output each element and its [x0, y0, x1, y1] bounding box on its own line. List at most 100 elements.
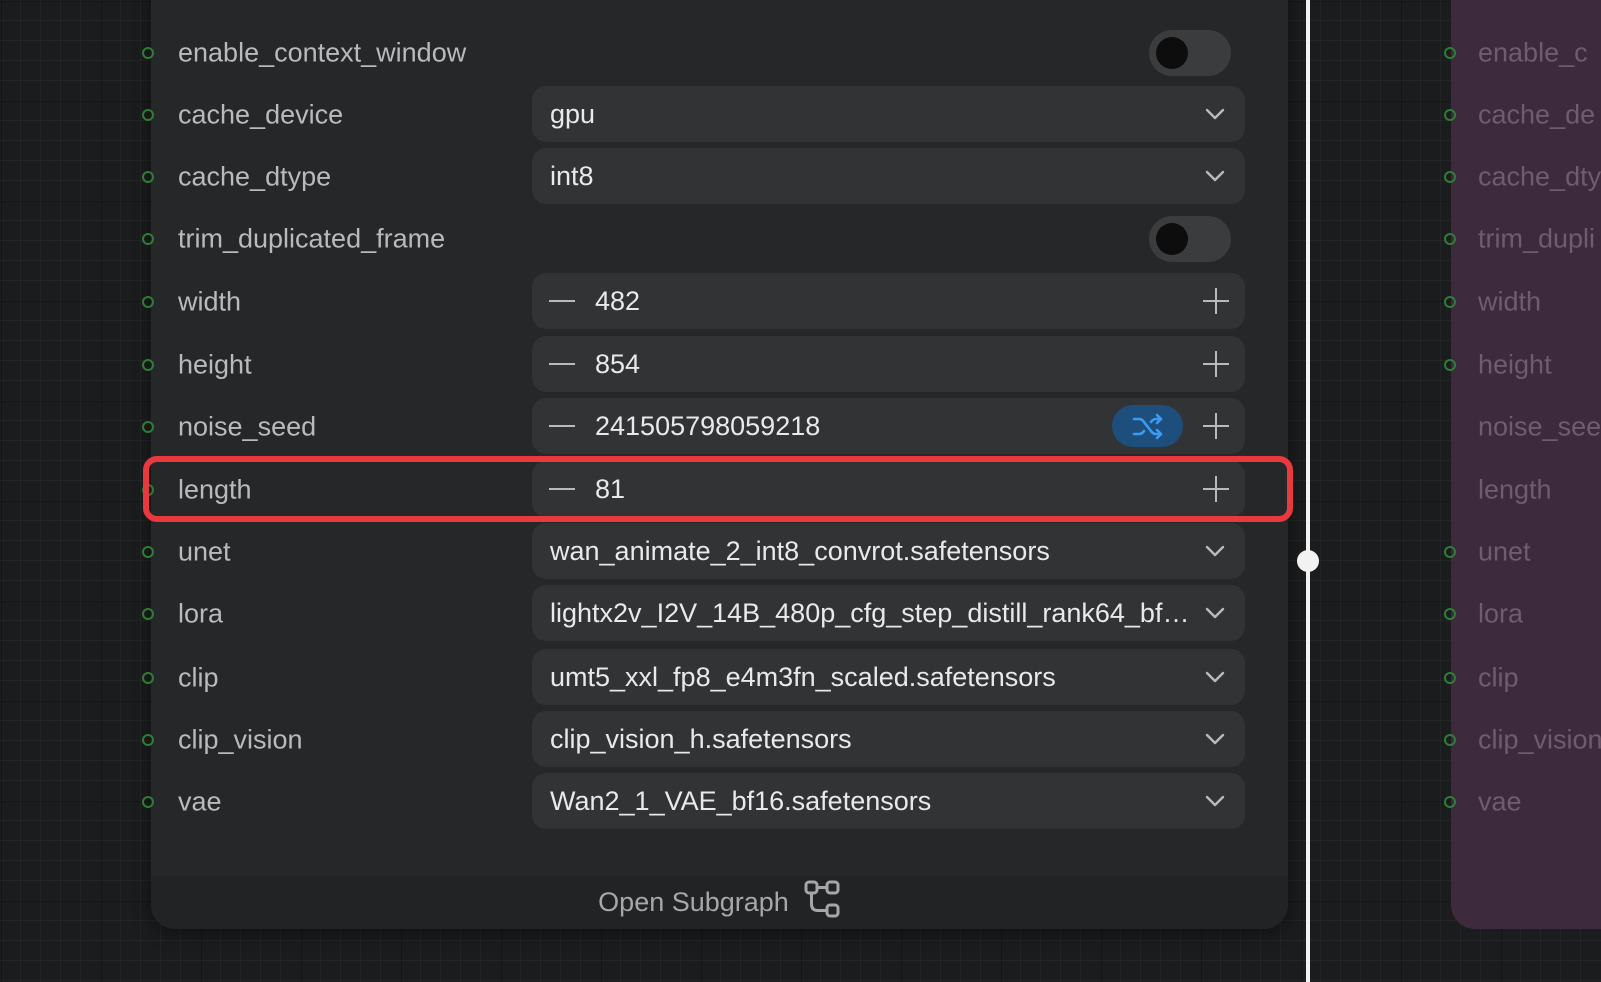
widget-label: cache_device	[178, 99, 344, 130]
input-slot-dot[interactable]	[142, 484, 154, 496]
widget-label: height	[178, 349, 252, 380]
input-slot-dot[interactable]	[142, 672, 154, 684]
input-slot-dot[interactable]	[142, 109, 154, 121]
right-node-label: width	[1478, 286, 1542, 317]
widget-label: unet	[178, 536, 231, 567]
right-node-row: unet	[1444, 523, 1601, 581]
shuffle-icon	[1132, 413, 1162, 440]
increment-button[interactable]	[1203, 288, 1229, 314]
input-slot-dot[interactable]	[1444, 546, 1456, 558]
right-node-row: width	[1444, 273, 1601, 331]
open-subgraph-button[interactable]: Open Subgraph	[598, 879, 841, 926]
selected-value: wan_animate_2_int8_convrot.safetensors	[550, 535, 1050, 566]
increment-button[interactable]	[1203, 413, 1229, 439]
widget-label: clip_vision	[178, 724, 303, 755]
input-slot-dot[interactable]	[142, 546, 154, 558]
chevron-down-icon	[1205, 733, 1225, 745]
input-slot-dot[interactable]	[1444, 734, 1456, 746]
chevron-down-icon	[1205, 545, 1225, 557]
chevron-down-icon	[1205, 795, 1225, 807]
widget-row-height: height 854	[142, 336, 1288, 394]
right-node-row: clip_vision	[1444, 711, 1601, 769]
widget-label: width	[178, 286, 242, 317]
decrement-button[interactable]	[549, 363, 575, 365]
noise-seed-stepper[interactable]: 241505798059218	[532, 398, 1245, 454]
increment-button[interactable]	[1203, 476, 1229, 502]
widget-row-trim-duplicated-frame: trim_duplicated_frame	[142, 210, 1288, 268]
right-node-row: height	[1444, 336, 1601, 394]
widget-label: cache_dtype	[178, 161, 332, 192]
number-value[interactable]: 854	[595, 349, 640, 380]
number-value[interactable]: 482	[595, 286, 640, 317]
input-slot-dot[interactable]	[142, 796, 154, 808]
input-slot-dot[interactable]	[142, 359, 154, 371]
right-node-label: clip_vision	[1478, 724, 1601, 755]
decrement-button[interactable]	[549, 425, 575, 427]
input-slot-dot[interactable]	[142, 296, 154, 308]
input-slot-dot[interactable]	[1444, 796, 1456, 808]
decrement-button[interactable]	[549, 488, 575, 490]
clip-select[interactable]: umt5_xxl_fp8_e4m3fn_scaled.safetensors	[532, 649, 1245, 705]
input-slot-dot[interactable]	[142, 47, 154, 59]
input-slot-dot[interactable]	[142, 171, 154, 183]
cache-device-select[interactable]: gpu	[532, 86, 1245, 142]
input-slot-dot[interactable]	[1444, 233, 1456, 245]
lora-select[interactable]: lightx2v_I2V_14B_480p_cfg_step_distill_r…	[532, 585, 1245, 641]
selected-value: clip_vision_h.safetensors	[550, 723, 852, 754]
right-node-label: lora	[1478, 598, 1524, 629]
widget-label: enable_context_window	[178, 37, 467, 68]
input-slot-dot[interactable]	[1444, 608, 1456, 620]
vae-select[interactable]: Wan2_1_VAE_bf16.safetensors	[532, 773, 1245, 829]
connection-wire-dot[interactable]	[1297, 550, 1319, 572]
selected-value: lightx2v_I2V_14B_480p_cfg_step_distill_r…	[550, 597, 1190, 628]
cache-dtype-select[interactable]: int8	[532, 148, 1245, 204]
unet-select[interactable]: wan_animate_2_int8_convrot.safetensors	[532, 523, 1245, 579]
width-stepper[interactable]: 482	[532, 273, 1245, 329]
right-node-label: length	[1478, 474, 1552, 505]
right-node-row: cache_dty	[1444, 148, 1601, 206]
right-node-row: length	[1451, 461, 1601, 519]
widget-row-cache-dtype: cache_dtype int8	[142, 148, 1288, 206]
right-node-label: height	[1478, 349, 1552, 380]
input-slot-dot[interactable]	[1444, 672, 1456, 684]
enable-context-window-toggle[interactable]	[1149, 30, 1231, 76]
randomize-seed-button[interactable]	[1112, 405, 1183, 447]
widget-row-noise-seed: noise_seed 241505798059218	[142, 398, 1288, 456]
right-node-row: noise_see	[1451, 398, 1601, 456]
input-slot-dot[interactable]	[1444, 296, 1456, 308]
input-slot-dot[interactable]	[1444, 109, 1456, 121]
selected-value: int8	[550, 160, 594, 191]
input-slot-dot[interactable]	[1444, 171, 1456, 183]
decrement-button[interactable]	[549, 300, 575, 302]
trim-duplicated-frame-toggle[interactable]	[1149, 216, 1231, 262]
selected-value: Wan2_1_VAE_bf16.safetensors	[550, 785, 932, 816]
input-slot-dot[interactable]	[142, 734, 154, 746]
widget-label: length	[178, 474, 252, 505]
number-value[interactable]: 241505798059218	[595, 411, 820, 442]
input-slot-dot[interactable]	[142, 421, 154, 433]
right-node-label: noise_see	[1478, 411, 1601, 442]
input-slot-dot[interactable]	[1444, 359, 1456, 371]
number-value[interactable]: 81	[595, 474, 625, 505]
right-node-row: vae	[1444, 773, 1601, 831]
height-stepper[interactable]: 854	[532, 336, 1245, 392]
open-subgraph-label: Open Subgraph	[598, 887, 789, 917]
chevron-down-icon	[1205, 170, 1225, 182]
input-slot-dot[interactable]	[1444, 47, 1456, 59]
right-node-label: cache_de	[1478, 99, 1596, 130]
chevron-down-icon	[1205, 671, 1225, 683]
widget-row-width: width 482	[142, 273, 1288, 331]
widget-row-clip: clip umt5_xxl_fp8_e4m3fn_scaled.safetenso…	[142, 649, 1288, 707]
clip-vision-select[interactable]: clip_vision_h.safetensors	[532, 711, 1245, 767]
widget-label: vae	[178, 786, 222, 817]
node-footer: Open Subgraph	[151, 876, 1288, 929]
increment-button[interactable]	[1203, 351, 1229, 377]
input-slot-dot[interactable]	[142, 233, 154, 245]
right-node-label: cache_dty	[1478, 161, 1601, 192]
right-node-label: unet	[1478, 536, 1531, 567]
length-stepper[interactable]: 81	[532, 461, 1245, 517]
widget-row-length: length 81	[142, 461, 1288, 519]
chevron-down-icon	[1205, 108, 1225, 120]
input-slot-dot[interactable]	[142, 608, 154, 620]
right-node-row: lora	[1444, 585, 1601, 643]
